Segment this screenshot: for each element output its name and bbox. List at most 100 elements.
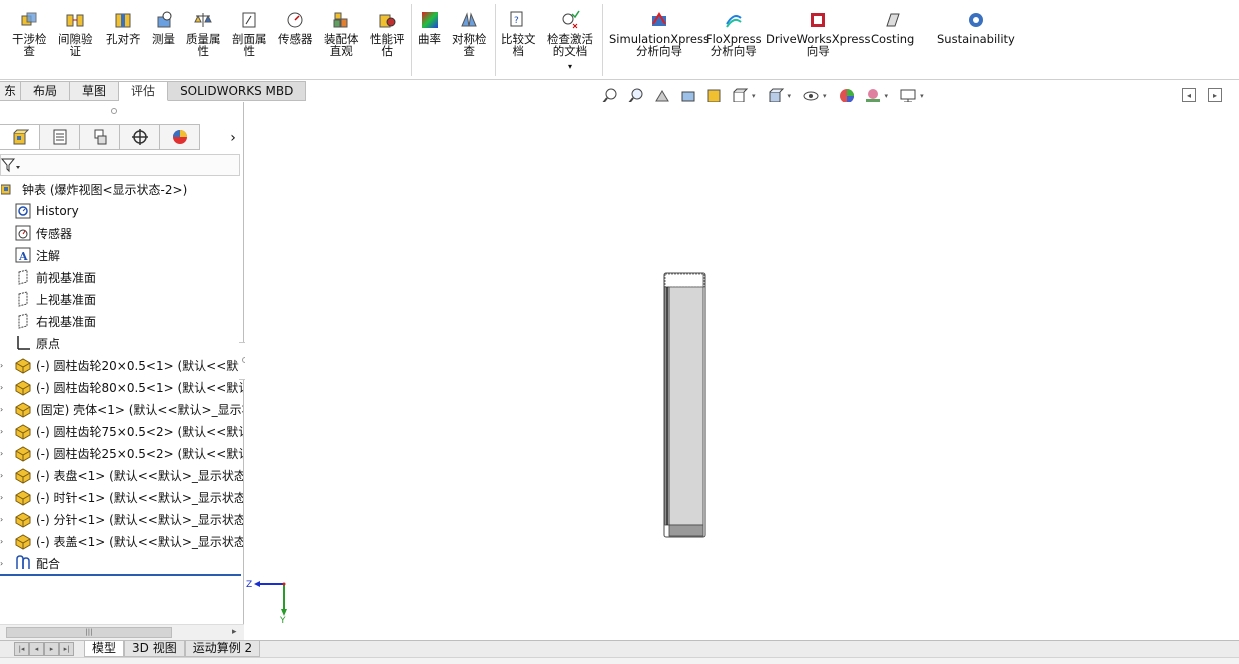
hole-alignment-button[interactable]: 孔对齐 bbox=[106, 10, 141, 45]
tree-item-history[interactable]: History bbox=[0, 200, 243, 222]
tree-item-label: History bbox=[36, 204, 79, 218]
tree-item-part[interactable]: › (-) 表盘<1> (默认<<默认>_显示状态 1>) bbox=[0, 464, 243, 486]
tree-item-part[interactable]: › (-) 时针<1> (默认<<默认>_显示状态 1>) bbox=[0, 486, 243, 508]
floxpress-icon bbox=[725, 15, 742, 28]
panel-horizontal-scrollbar[interactable]: ||| ▸ bbox=[0, 624, 244, 640]
tree-item-label: (-) 表盘<1> (默认<<默认>_显示状态 1>) bbox=[36, 468, 243, 483]
sensor-button[interactable]: 传感器 bbox=[278, 10, 313, 45]
performance-evaluation-button[interactable]: 性能评 估 bbox=[370, 10, 405, 57]
view-settings-dropdown-arrow[interactable]: ▾ bbox=[920, 92, 924, 100]
tab-assembly[interactable]: 东 bbox=[0, 81, 22, 101]
filter-icon[interactable] bbox=[1, 157, 23, 173]
display-style-dropdown-arrow[interactable]: ▾ bbox=[788, 92, 792, 100]
tree-item-part[interactable]: › (-) 表盖<1> (默认<<默认>_显示状态 1>) bbox=[0, 530, 243, 552]
display-manager-tab[interactable] bbox=[160, 124, 200, 150]
costing-icon bbox=[885, 13, 900, 27]
tab-layout[interactable]: 布局 bbox=[21, 81, 71, 101]
tree-item-part[interactable]: › (-) 圆柱齿轮80×0.5<1> (默认<<默认>_显示状态 bbox=[0, 376, 243, 398]
tree-expand-arrow[interactable]: › bbox=[0, 493, 4, 502]
viewport-maximize-icon[interactable]: ▸ bbox=[1208, 88, 1222, 102]
tree-root-assembly[interactable]: 钟表 (爆炸视图<显示状态-2>) bbox=[0, 178, 243, 200]
first-tab-button[interactable]: |◂ bbox=[14, 642, 29, 656]
tree-item-mates[interactable]: › 配合 bbox=[0, 552, 243, 574]
plane-icon bbox=[14, 312, 32, 330]
configuration-manager-tab[interactable] bbox=[80, 124, 120, 150]
viewport-restore-icon[interactable]: ◂ bbox=[1182, 88, 1196, 102]
floxpress-button[interactable]: FloXpress 分析向导 bbox=[706, 10, 762, 57]
tree-item-plane[interactable]: 前视基准面 bbox=[0, 266, 243, 288]
tab-solidworks-mbd[interactable]: SOLIDWORKS MBD bbox=[168, 81, 307, 101]
part-icon bbox=[14, 466, 32, 484]
scrollbar-thumb[interactable]: ||| bbox=[6, 627, 172, 638]
tree-item-part[interactable]: › (-) 分针<1> (默认<<默认>_显示状态 1>) bbox=[0, 508, 243, 530]
driveworksxpress-button[interactable]: DriveWorksXpress 向导 bbox=[766, 10, 870, 57]
svg-text:?: ? bbox=[514, 16, 519, 26]
tab-sketch[interactable]: 草图 bbox=[70, 81, 120, 101]
hide-show-dropdown-arrow[interactable]: ▾ bbox=[823, 92, 827, 100]
section-properties-button[interactable]: 剖面属 性 bbox=[232, 10, 267, 57]
clock-assembly-model[interactable] bbox=[663, 272, 706, 538]
tab-evaluate[interactable]: 评估 bbox=[119, 81, 169, 101]
symmetry-check-button[interactable]: 对称检 查 bbox=[452, 10, 487, 57]
tree-filter-bar[interactable] bbox=[0, 154, 240, 176]
tab-3d-view[interactable]: 3D 视图 bbox=[124, 641, 185, 657]
scroll-right-arrow[interactable]: ▸ bbox=[232, 627, 237, 637]
check-document-dropdown-arrow[interactable]: ▾ bbox=[568, 63, 572, 71]
previous-tab-button[interactable]: ◂ bbox=[29, 642, 44, 656]
panel-tabs-more-arrow[interactable]: › bbox=[224, 126, 242, 150]
assembly-visualization-icon bbox=[333, 12, 348, 28]
scene-dropdown-arrow[interactable]: ▾ bbox=[885, 92, 889, 100]
check-active-document-icon bbox=[562, 10, 580, 29]
tree-expand-arrow[interactable]: › bbox=[0, 449, 4, 458]
tab-model[interactable]: 模型 bbox=[84, 641, 125, 657]
history-icon bbox=[14, 202, 32, 220]
tree-item-label: 原点 bbox=[36, 336, 61, 351]
interference-detection-button[interactable]: 干涉检 查 bbox=[12, 10, 47, 57]
tree-item-annotation[interactable]: A 注解 bbox=[0, 244, 243, 266]
compare-documents-button[interactable]: ? 比较文 档 bbox=[501, 10, 536, 57]
tree-expand-arrow[interactable]: › bbox=[0, 405, 4, 414]
simulationxpress-button[interactable]: SimulationXpress 分析向导 bbox=[609, 10, 709, 57]
tree-item-label: (-) 圆柱齿轮20×0.5<1> (默认<<默认>_显示状态 bbox=[36, 358, 243, 373]
dimxpert-manager-tab[interactable] bbox=[120, 124, 160, 150]
feature-tree-rollback-bar[interactable] bbox=[0, 574, 241, 576]
last-tab-button[interactable]: ▸| bbox=[59, 642, 74, 656]
assembly-visualization-button[interactable]: 装配体 直观 bbox=[324, 10, 359, 57]
feature-manager-tab[interactable] bbox=[0, 124, 40, 150]
next-tab-button[interactable]: ▸ bbox=[44, 642, 59, 656]
tree-expand-arrow[interactable]: › bbox=[0, 427, 4, 436]
tree-item-part[interactable]: › (-) 圆柱齿轮75×0.5<2> (默认<<默认>_显示状态 bbox=[0, 420, 243, 442]
panel-grip-handle[interactable] bbox=[111, 108, 117, 114]
tree-expand-arrow[interactable]: › bbox=[0, 383, 4, 392]
clearance-icon bbox=[66, 14, 84, 27]
check-active-document-button[interactable]: 检查激活 的文档 ▾ bbox=[547, 10, 593, 71]
tree-item-label: (固定) 壳体<1> (默认<<默认>_显示状态 1>) bbox=[36, 402, 243, 417]
tree-item-sensor[interactable]: 传感器 bbox=[0, 222, 243, 244]
tree-item-plane[interactable]: 上视基准面 bbox=[0, 288, 243, 310]
tree-expand-arrow[interactable]: › bbox=[0, 559, 4, 568]
tree-item-plane[interactable]: 右视基准面 bbox=[0, 310, 243, 332]
clearance-verification-button[interactable]: 间隙验 证 bbox=[58, 10, 93, 57]
tree-item-part[interactable]: › (-) 圆柱齿轮20×0.5<1> (默认<<默认>_显示状态 bbox=[0, 354, 243, 376]
property-manager-tab[interactable] bbox=[40, 124, 80, 150]
mass-properties-button[interactable]: 质量属 性 bbox=[186, 10, 221, 57]
viewport-window-buttons: ◂ ▸ bbox=[1182, 88, 1222, 102]
measure-button[interactable]: 测量 bbox=[152, 10, 175, 45]
costing-button[interactable]: Costing bbox=[871, 10, 914, 45]
curvature-button[interactable]: 曲率 bbox=[418, 10, 441, 45]
graphics-viewport[interactable]: Z Y bbox=[245, 102, 1239, 640]
part-icon bbox=[14, 510, 32, 528]
tree-item-part[interactable]: › (-) 圆柱齿轮25×0.5<2> (默认<<默认>_显示状态 bbox=[0, 442, 243, 464]
tree-expand-arrow[interactable]: › bbox=[0, 515, 4, 524]
tree-item-part[interactable]: › (固定) 壳体<1> (默认<<默认>_显示状态 1>) bbox=[0, 398, 243, 420]
tree-expand-arrow[interactable]: › bbox=[0, 537, 4, 546]
tree-expand-arrow[interactable]: › bbox=[0, 361, 4, 370]
curvature-icon bbox=[421, 12, 438, 28]
sustainability-button[interactable]: Sustainability bbox=[937, 10, 1015, 45]
tree-item-origin[interactable]: 原点 bbox=[0, 332, 243, 354]
tree-expand-arrow[interactable]: › bbox=[0, 471, 4, 480]
interference-icon bbox=[21, 12, 37, 26]
tab-motion-study-2[interactable]: 运动算例 2 bbox=[184, 641, 261, 657]
view-orientation-dropdown-arrow[interactable]: ▾ bbox=[752, 92, 756, 100]
assembly-icon bbox=[0, 180, 18, 198]
